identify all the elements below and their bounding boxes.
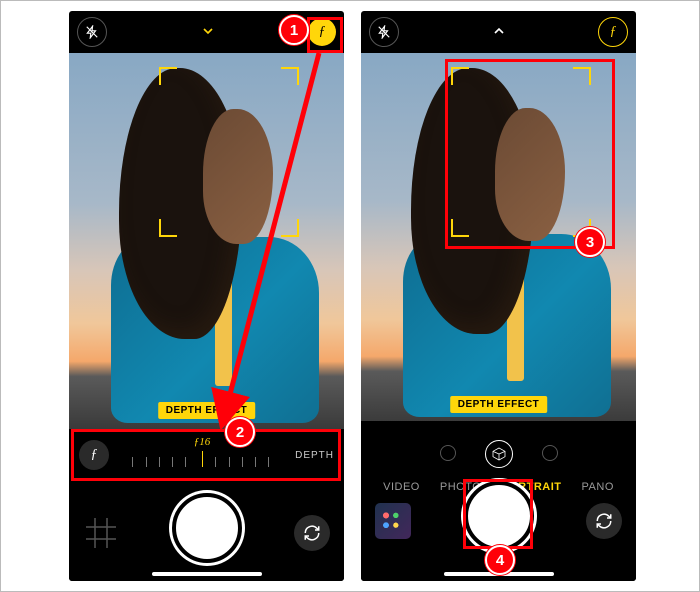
chevron-up-icon[interactable] [491,23,507,42]
mode-pano[interactable]: PANO [582,481,614,493]
grid-icon[interactable] [83,515,119,551]
mode-video[interactable]: VIDEO [383,481,420,493]
focus-frame [451,67,591,237]
filter-row[interactable] [361,431,636,475]
phone-screenshot-left: ƒ DEPTH EFFECT ƒ ƒ16 DEPT [69,11,344,581]
camera-top-bar: ƒ [69,11,344,53]
viewfinder[interactable]: DEPTH EFFECT [69,53,344,429]
depth-control-row[interactable]: ƒ ƒ16 DEPTH [69,429,344,481]
aperture-button[interactable]: ƒ [308,18,336,46]
filter-cube-icon[interactable] [485,440,513,468]
home-indicator[interactable] [152,572,262,576]
aperture-icon[interactable]: ƒ [79,440,109,470]
aperture-value: ƒ16 [194,436,211,448]
aperture-slider[interactable]: ƒ16 [119,440,285,470]
chevron-down-icon[interactable] [200,23,216,42]
home-indicator[interactable] [444,572,554,576]
phone-screenshot-right: ƒ DEPTH EFFECT [361,11,636,581]
depth-label: DEPTH [295,450,334,461]
viewfinder[interactable]: DEPTH EFFECT [361,53,636,423]
last-photo-thumbnail[interactable] [375,503,411,539]
camera-top-bar: ƒ [361,11,636,53]
shutter-button[interactable] [172,493,242,563]
depth-effect-badge: DEPTH EFFECT [450,396,548,413]
camera-bottom-bar [69,481,344,581]
switch-camera-icon[interactable] [294,515,330,551]
depth-effect-badge: DEPTH EFFECT [158,402,256,419]
flash-off-icon[interactable] [77,17,107,47]
focus-frame [159,67,299,237]
tutorial-figure: ƒ DEPTH EFFECT ƒ ƒ16 DEPT [0,0,700,592]
switch-camera-icon[interactable] [586,503,622,539]
flash-off-icon[interactable] [369,17,399,47]
aperture-button[interactable]: ƒ [598,17,628,47]
shutter-button[interactable] [464,481,534,551]
filter-prev-icon[interactable] [440,445,456,461]
filter-next-icon[interactable] [542,445,558,461]
camera-bottom-bar: VIDEO PHOTO PORTRAIT PANO [361,421,636,581]
